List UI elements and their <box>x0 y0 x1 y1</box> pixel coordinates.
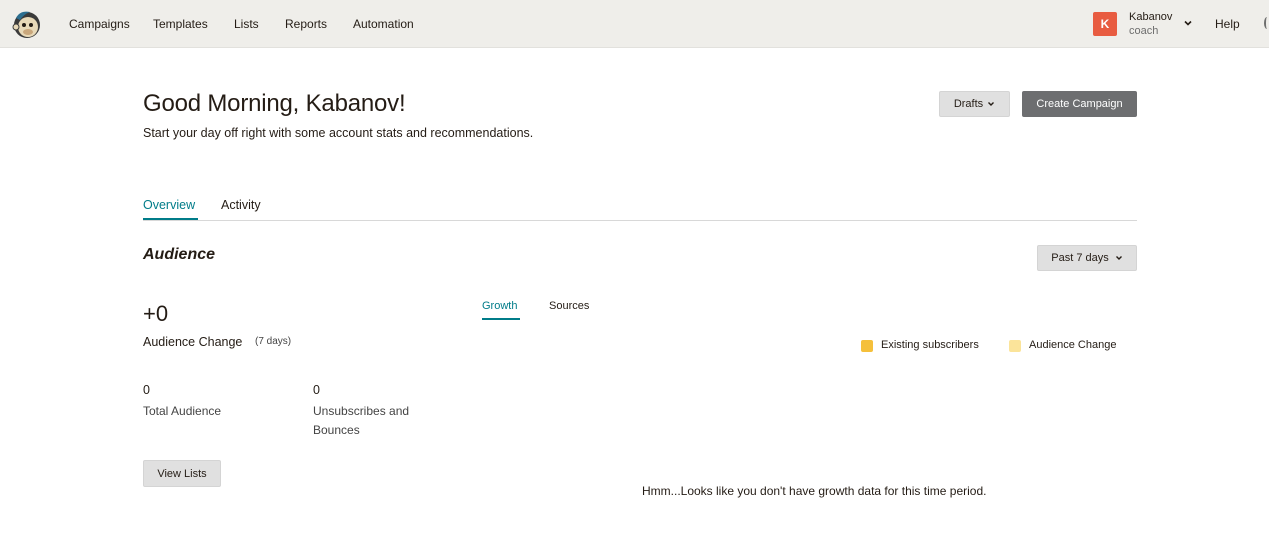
tabs-divider <box>143 220 1137 221</box>
audience-change-label: Audience Change <box>143 335 243 349</box>
period-select[interactable]: Past 7 days <box>1037 245 1137 271</box>
chart-empty-message: Hmm...Looks like you don't have growth d… <box>642 484 987 498</box>
help-link[interactable]: Help <box>1215 17 1240 31</box>
tab-sources[interactable]: Sources <box>549 300 589 312</box>
nav-lists[interactable]: Lists <box>234 17 259 31</box>
total-audience-value: 0 <box>143 383 150 397</box>
nav-templates[interactable]: Templates <box>153 17 208 31</box>
tab-activity[interactable]: Activity <box>221 198 261 212</box>
page-subtitle: Start your day off right with some accou… <box>143 126 534 140</box>
top-nav: Campaigns Templates Lists Reports Automa… <box>0 0 1269 48</box>
chevron-down-icon <box>988 102 995 106</box>
legend-swatch-existing <box>861 340 873 352</box>
active-subtab-indicator <box>482 318 520 320</box>
legend-swatch-change <box>1009 340 1021 352</box>
chevron-down-icon[interactable] <box>1182 17 1194 29</box>
tab-growth[interactable]: Growth <box>482 300 517 312</box>
user-role: coach <box>1129 25 1159 37</box>
period-select-label: Past 7 days <box>1051 252 1109 264</box>
active-tab-indicator <box>143 218 198 220</box>
legend-label-change: Audience Change <box>1029 339 1117 351</box>
page-title: Good Morning, Kabanov! <box>143 90 406 117</box>
legend-label-existing: Existing subscribers <box>881 339 979 351</box>
unsubscribes-value: 0 <box>313 383 320 397</box>
unsubscribes-label: Unsubscribes and Bounces <box>313 402 409 440</box>
tab-overview[interactable]: Overview <box>143 198 195 212</box>
unsubscribes-label-line1: Unsubscribes and <box>313 404 410 418</box>
nav-reports[interactable]: Reports <box>285 17 327 31</box>
drafts-button-label: Drafts <box>953 98 984 110</box>
unsubscribes-label-line2: Bounces <box>313 423 360 437</box>
total-audience-label: Total Audience <box>143 404 222 418</box>
partial-icon <box>1264 17 1269 29</box>
view-lists-button[interactable]: View Lists <box>143 460 221 487</box>
section-title-audience: Audience <box>143 246 216 263</box>
create-campaign-button[interactable]: Create Campaign <box>1022 91 1137 117</box>
drafts-button[interactable]: Drafts <box>939 91 1010 117</box>
audience-change-value: +0 <box>143 301 169 326</box>
nav-campaigns[interactable]: Campaigns <box>69 17 130 31</box>
nav-automation[interactable]: Automation <box>353 17 414 31</box>
avatar[interactable]: K <box>1093 12 1117 36</box>
user-name[interactable]: Kabanov <box>1129 11 1172 23</box>
chevron-down-icon <box>1115 256 1122 260</box>
audience-change-period: (7 days) <box>255 336 292 347</box>
mailchimp-logo-icon[interactable] <box>10 8 42 40</box>
